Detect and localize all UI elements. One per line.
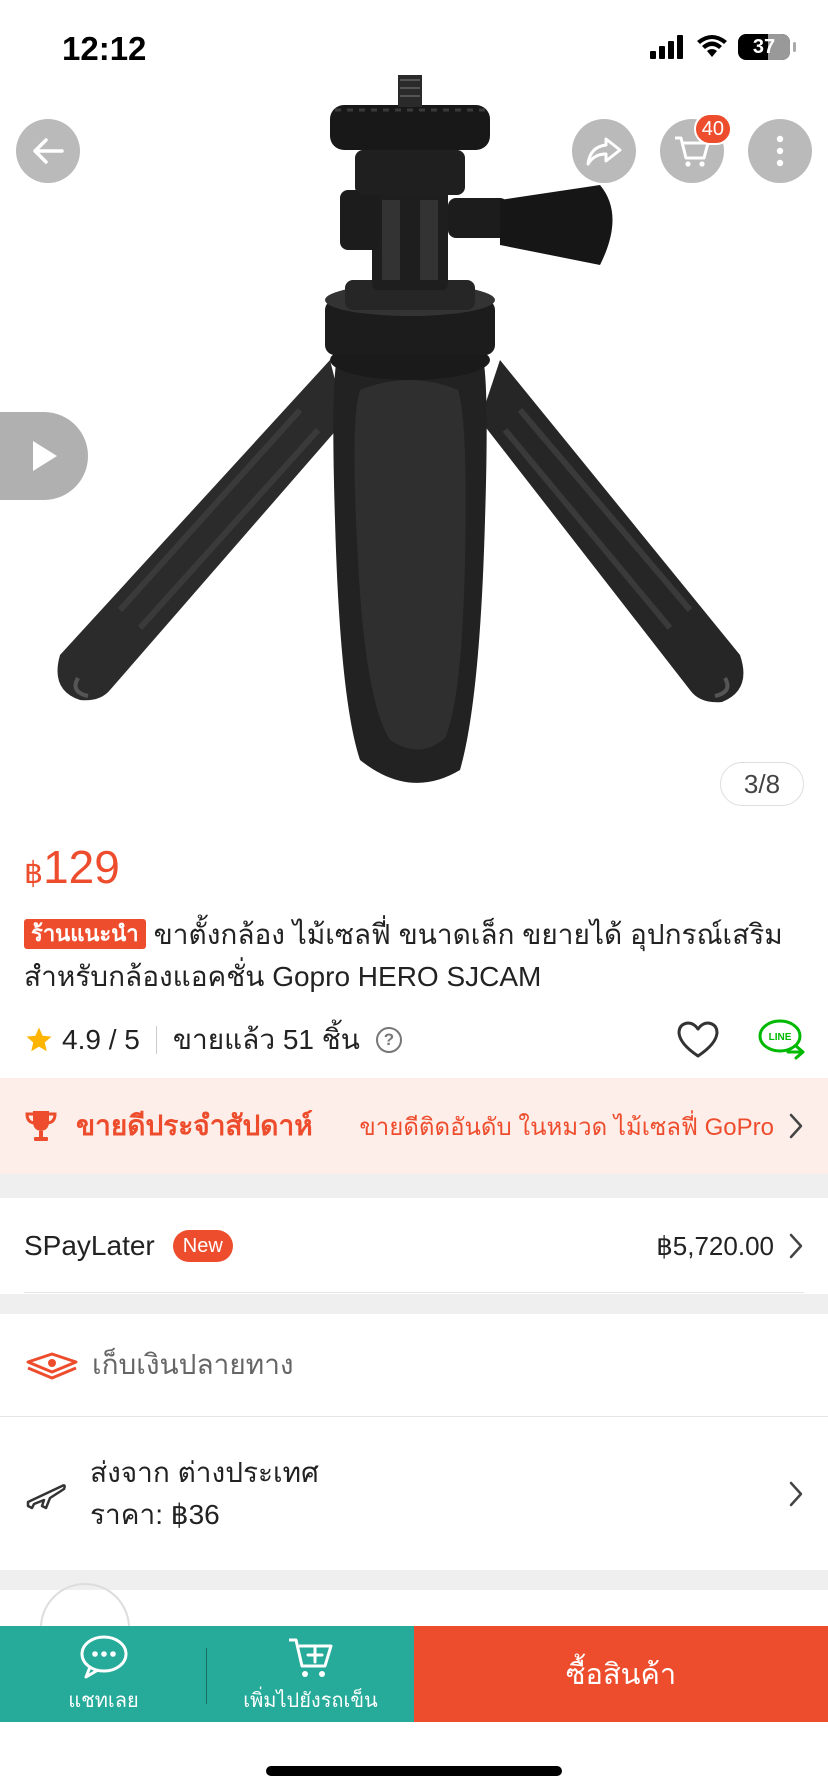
chat-label: แชทเลย <box>68 1690 139 1712</box>
best-seller-subtitle: ขายดีติดอันดับ ในหมวด ไม้เซลฟี่ GoPro <box>359 1113 774 1141</box>
add-to-cart-button[interactable]: เพิ่มไปยังรถเข็น <box>207 1626 414 1722</box>
cart-plus-icon <box>288 1638 332 1677</box>
image-counter: 3/8 <box>720 762 804 806</box>
spaylater-row[interactable]: SPayLater New ฿5,720.00 <box>0 1198 828 1294</box>
spaylater-label: SPayLater <box>24 1230 155 1261</box>
star-icon <box>26 1027 52 1052</box>
add-to-cart-label: เพิ่มไปยังรถเข็น <box>243 1690 378 1712</box>
preferred-shop-tag: ร้านแนะนำ <box>24 919 146 949</box>
more-icon <box>776 135 784 167</box>
shipping-from: ส่งจาก ต่างประเทศ <box>90 1457 319 1488</box>
best-seller-banner[interactable]: ขายดีประจำสัปดาห์ ขายดีติดอันดับ ในหมวด … <box>0 1078 828 1174</box>
rating-value[interactable]: 4.9 / 5 <box>62 1024 140 1056</box>
chevron-right-icon <box>789 1481 803 1507</box>
sold-count: ขายแล้ว 51 ชิ้น <box>172 1024 360 1055</box>
rating-divider <box>155 1026 157 1054</box>
chevron-right-icon <box>789 1233 803 1259</box>
cart-button[interactable]: 40 <box>660 113 732 183</box>
battery-level: 37 <box>752 35 776 58</box>
status-icons: 37 <box>650 34 796 60</box>
price-amount: 129 <box>43 841 120 893</box>
spaylater-amount: ฿5,720.00 <box>656 1230 774 1261</box>
cod-row: เก็บเงินปลายทาง <box>0 1314 828 1416</box>
rating-row: 4.9 / 5 ขายแล้ว 51 ชิ้น ? LINE <box>24 1016 810 1064</box>
share-button[interactable] <box>572 119 636 183</box>
bottom-separator <box>206 1648 207 1704</box>
back-arrow-icon <box>33 138 64 164</box>
line-label: LINE <box>769 1032 792 1043</box>
heart-icon[interactable] <box>676 1020 720 1060</box>
share-icon <box>586 137 622 166</box>
home-indicator <box>266 1766 562 1776</box>
shipping-price: ราคา: ฿36 <box>90 1499 220 1530</box>
back-button[interactable] <box>16 119 80 183</box>
bottom-action-bar: แชทเลย เพิ่มไปยังรถเข็น ซื้อสินค้า <box>0 1626 828 1722</box>
status-time: 12:12 <box>62 30 147 67</box>
status-bar: 12:12 37 <box>0 0 828 100</box>
shipping-info: ส่งจาก ต่างประเทศ ราคา: ฿36 <box>90 1452 319 1536</box>
chat-icon <box>80 1635 127 1679</box>
product-image[interactable]: 40 3/8 <box>0 0 828 822</box>
help-icon[interactable]: ? <box>375 1027 402 1053</box>
buy-now-button[interactable]: ซื้อสินค้า <box>414 1626 828 1722</box>
section-gap <box>0 1570 828 1590</box>
trophy-icon <box>25 1111 57 1141</box>
more-options-button[interactable] <box>748 119 812 183</box>
line-share-icon[interactable]: LINE <box>758 1018 808 1062</box>
next-section <box>0 1583 828 1673</box>
battery-icon: 37 <box>738 34 796 60</box>
bottom-left-group: แชทเลย เพิ่มไปยังรถเข็น <box>0 1626 414 1722</box>
new-badge: New <box>172 1230 233 1262</box>
shipping-row[interactable]: ส่งจาก ต่างประเทศ ราคา: ฿36 <box>0 1418 828 1570</box>
wifi-icon <box>697 35 727 57</box>
currency-symbol: ฿ <box>24 857 44 890</box>
cash-icon <box>26 1352 78 1380</box>
signal-icon <box>650 35 683 59</box>
best-seller-title: ขายดีประจำสัปดาห์ <box>76 1110 313 1141</box>
divider <box>24 1292 804 1293</box>
section-gap <box>0 1174 828 1198</box>
chat-button[interactable]: แชทเลย <box>0 1626 207 1722</box>
product-title: ร้านแนะนำ ขาตั้งกล้อง ไม้เซลฟี่ ขนาดเล็ก … <box>24 914 810 998</box>
section-gap <box>0 1294 828 1314</box>
cart-count-badge: 40 <box>693 113 732 145</box>
price: ฿ 129 <box>24 840 120 894</box>
play-video-button[interactable] <box>0 412 88 500</box>
chevron-right-icon <box>789 1113 803 1139</box>
plane-icon <box>26 1484 66 1510</box>
divider <box>0 1416 828 1417</box>
cod-label: เก็บเงินปลายทาง <box>92 1349 294 1380</box>
play-icon <box>33 441 57 471</box>
